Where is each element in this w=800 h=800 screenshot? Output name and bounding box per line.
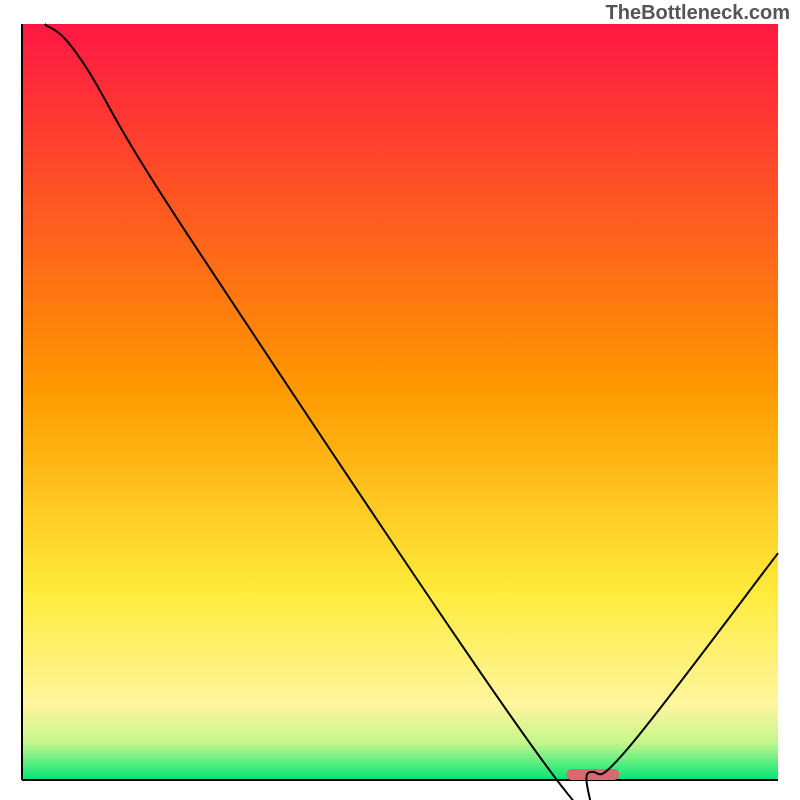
optimal-range-marker [566, 769, 619, 780]
watermark-text: TheBottleneck.com [606, 2, 790, 25]
chart-container: TheBottleneck.com [0, 0, 800, 800]
chart-svg [0, 0, 800, 800]
plot-background [22, 24, 778, 780]
